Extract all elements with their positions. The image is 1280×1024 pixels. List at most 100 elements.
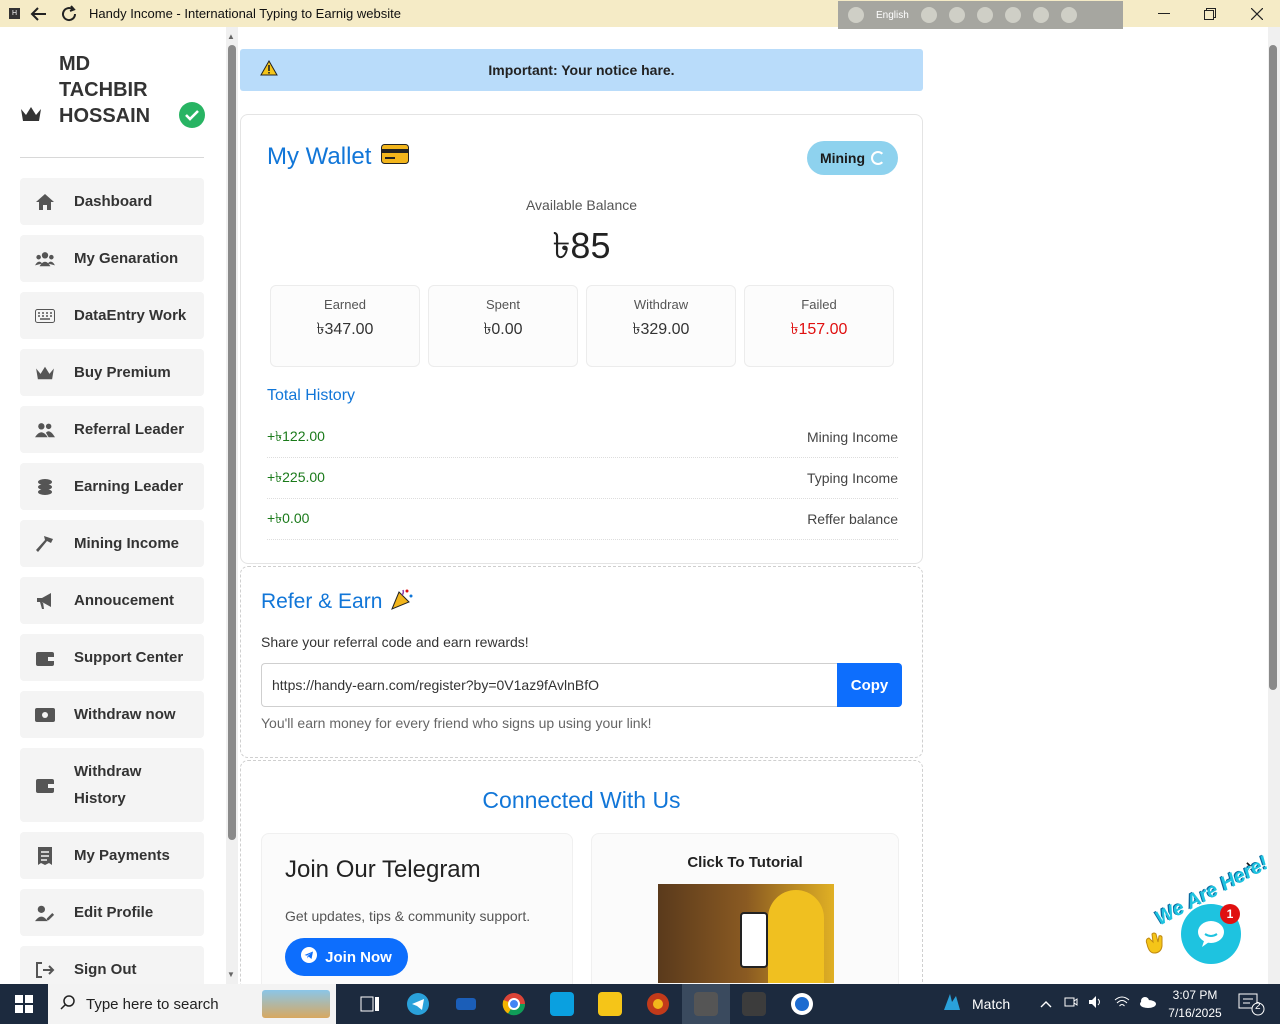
sidebar-item-sign-out[interactable]: Sign Out [20,946,204,984]
app-icon[interactable] [538,984,586,1024]
notice-text: Important: Your notice hare. [488,62,675,78]
sidebar-item-earning-leader[interactable]: Earning Leader [20,463,204,510]
weather-icon[interactable] [940,992,964,1017]
wifi-icon[interactable] [1114,995,1130,1014]
sidebar-item-annoucement[interactable]: Annoucement [20,577,204,624]
handy-income-app-icon[interactable] [682,984,730,1024]
history-row: +৳225.00 Typing Income [267,458,898,499]
stat-withdraw: Withdraw ৳329.00 [586,285,736,367]
taskbar: Type here to search Match 3:07 PM 7/16/2… [0,984,1280,1024]
telegram-card: Join Our Telegram Get updates, tips & co… [261,833,573,1003]
home-icon [35,193,55,211]
taskbar-search[interactable]: Type here to search [48,984,336,1024]
notification-center-icon[interactable]: 2 [1238,992,1266,1021]
keyboard-icon [35,308,55,323]
refer-title-text: Refer & Earn [261,590,383,613]
gear-icon[interactable] [976,7,993,23]
sidebar-item-referral-leader[interactable]: Referral Leader [20,406,204,453]
extension-icon[interactable] [948,7,965,23]
stat-earned: Earned ৳347.00 [270,285,420,367]
refer-title: Refer & Earn [261,587,414,617]
telegram-app-icon[interactable] [394,984,442,1024]
sidebar-item-my-genaration[interactable]: My Genaration [20,235,204,282]
sidebar-item-label: Withdraw History [74,763,142,807]
extension-icon[interactable] [848,7,864,23]
weather-label[interactable]: Match [972,996,1010,1012]
extension-toolbar: English [838,1,1123,29]
sidebar-item-label: My Genaration [74,250,179,267]
sidebar-item-mining-income[interactable]: Mining Income [20,520,204,567]
app-icon[interactable] [778,984,826,1024]
sidebar-scrollbar-thumb[interactable] [228,45,236,840]
sidebar-item-label: Support Center [74,649,184,666]
sidebar-item-my-payments[interactable]: My Payments [20,832,204,879]
mining-label: Mining [819,150,866,166]
sidebar-item-dataentry-work[interactable]: DataEntry Work [20,292,204,339]
chrome-icon[interactable] [490,984,538,1024]
chat-unread-badge: 1 [1220,904,1240,924]
history-row: +৳122.00 Mining Income [267,417,898,458]
search-icon [60,994,76,1015]
page-scrollbar-thumb[interactable] [1269,45,1277,690]
telegram-icon [301,947,318,967]
tutorial-video-thumbnail[interactable] [658,884,834,983]
sidebar-item-withdraw-now[interactable]: Withdraw now [20,691,204,738]
app-icon[interactable] [730,984,778,1024]
back-icon[interactable] [28,3,50,25]
clock[interactable]: 3:07 PM 7/16/2025 [1165,986,1225,1022]
waving-hand-icon [1143,930,1169,960]
referral-link-field[interactable] [261,663,837,707]
info-icon[interactable] [1060,7,1077,23]
browser-icon[interactable] [1004,7,1021,23]
connect-title: Connected With Us [482,787,681,813]
language-label[interactable]: English [876,10,909,21]
onedrive-icon[interactable] [1138,995,1157,1013]
sidebar-item-support-center[interactable]: Support Center [20,634,204,681]
extension-icon[interactable] [920,7,937,23]
scroll-down-icon[interactable]: ▼ [227,970,235,979]
user-edit-icon [35,904,55,922]
close-icon[interactable] [1234,0,1280,27]
mining-button[interactable]: Mining [807,141,898,175]
history-list: +৳122.00 Mining Income +৳225.00 Typing I… [267,417,898,540]
stat-value: ৳0.00 [483,321,523,338]
sidebar-item-dashboard[interactable]: Dashboard [20,178,204,225]
refer-note: You'll earn money for every friend who s… [261,715,652,731]
sidebar-item-edit-profile[interactable]: Edit Profile [20,889,204,936]
task-view-icon[interactable] [346,984,394,1024]
join-now-button[interactable]: Join Now [285,938,408,976]
history-title: Total History [267,387,356,404]
sidebar-item-label: DataEntry Work [74,307,187,324]
app-icon[interactable] [634,984,682,1024]
coins-icon [35,478,55,496]
stat-spent: Spent ৳0.00 [428,285,578,367]
notice-banner: Important: Your notice hare. [240,49,923,91]
profile-block: MD TACHBIR HOSSAIN [20,51,205,161]
sidebar-item-withdraw-history[interactable]: Withdraw History [20,748,204,822]
join-now-label: Join Now [325,948,392,966]
chevron-up-icon[interactable] [1040,995,1052,1013]
scroll-up-icon[interactable]: ▲ [227,32,235,41]
app-icon[interactable] [586,984,634,1024]
copy-button[interactable]: Copy [837,663,902,707]
verified-check-icon [179,102,205,128]
minimize-icon[interactable] [1141,0,1187,27]
puzzle-icon[interactable] [1032,7,1049,23]
sidebar-divider [20,157,204,158]
money-icon [35,707,55,722]
restore-icon[interactable] [1187,0,1233,27]
wallet-title-text: My Wallet [267,143,372,170]
speaker-icon[interactable] [1088,995,1104,1014]
stat-value: ৳347.00 [316,321,374,338]
windows-start-icon[interactable] [0,984,48,1024]
search-highlight-image [262,990,330,1018]
sidebar: MD TACHBIR HOSSAIN Dashboard My Genarati… [0,27,238,984]
meet-icon[interactable] [1064,995,1078,1014]
sidebar-item-label: Withdraw now [74,706,176,723]
sidebar-item-label: Edit Profile [74,904,154,921]
reload-icon[interactable] [58,3,80,25]
app-icon[interactable] [442,984,490,1024]
search-placeholder: Type here to search [86,995,219,1013]
sidebar-item-buy-premium[interactable]: Buy Premium [20,349,204,396]
sidebar-item-label: Buy Premium [74,364,171,381]
